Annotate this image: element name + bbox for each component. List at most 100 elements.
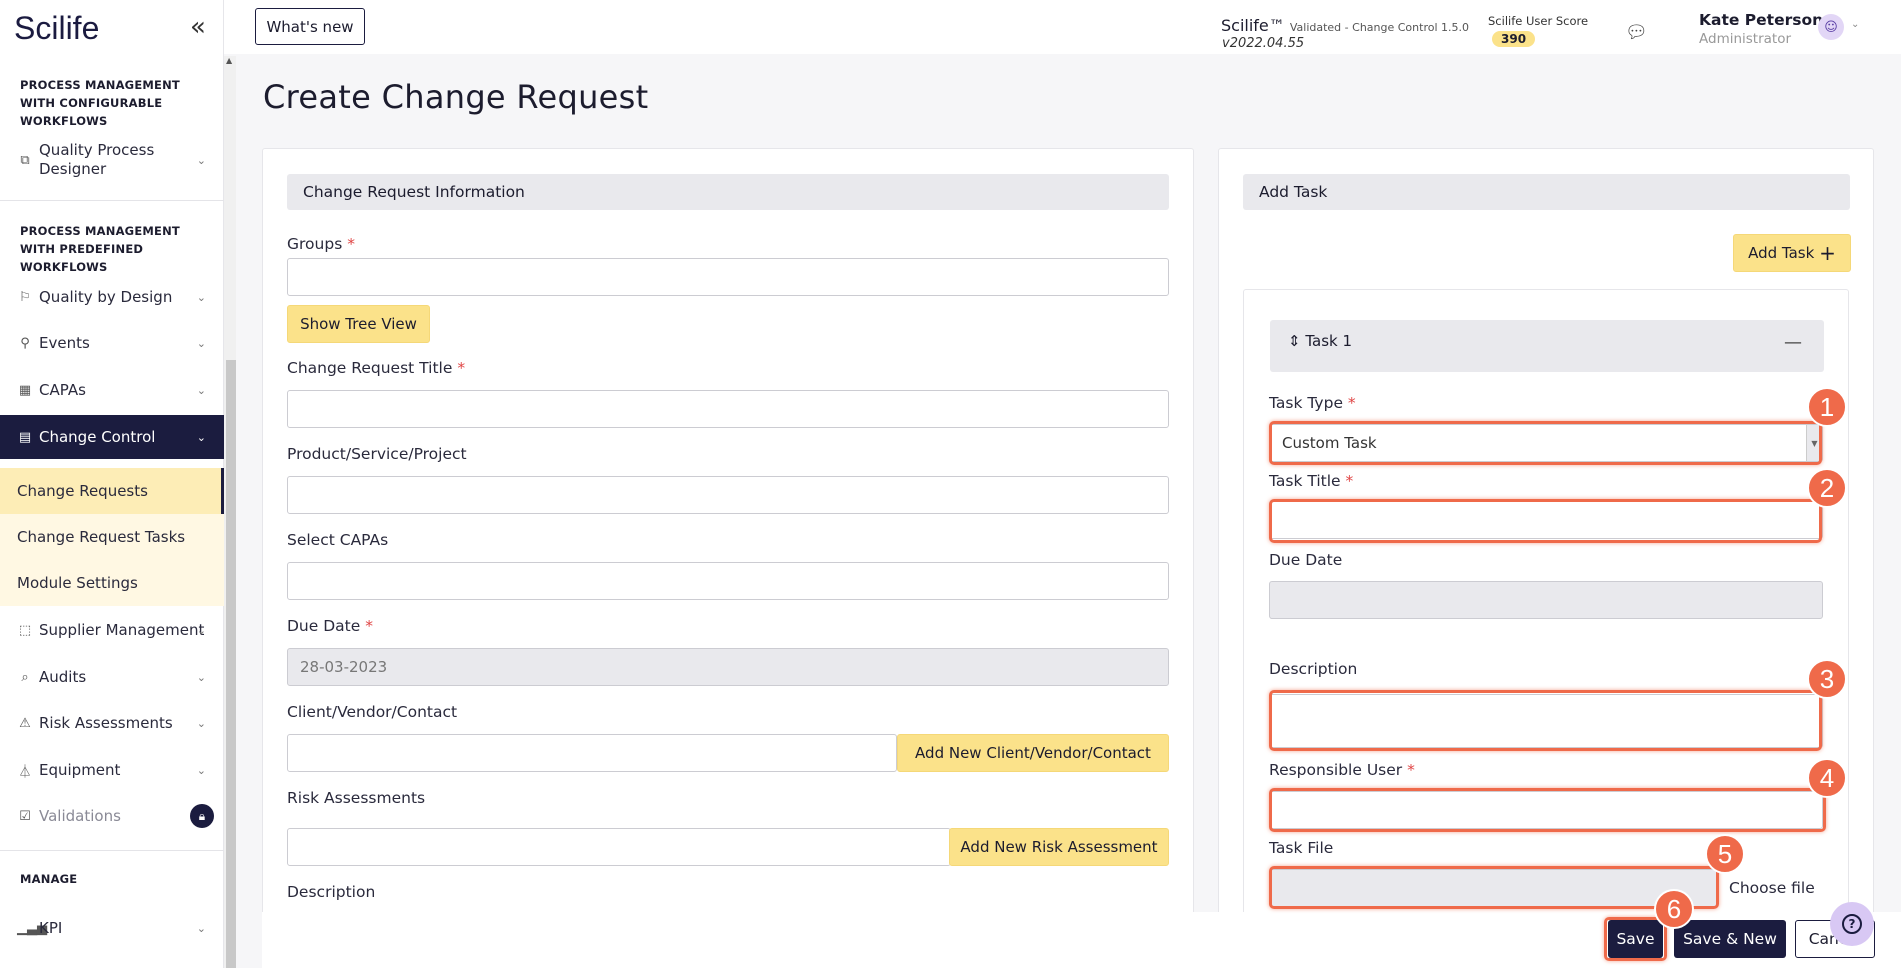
- section-predefined-workflows: PROCESS MANAGEMENT WITH PREDEFINED WORKF…: [20, 224, 180, 274]
- add-task-card: Add Task Add Task + ⇕ Task 1 — Task Type…: [1218, 148, 1874, 968]
- chevron-down-icon: ⌄: [196, 383, 206, 397]
- lock-icon: 🔒︎: [190, 804, 214, 828]
- user-role: Administrator: [1699, 31, 1792, 47]
- chevron-down-icon: ⌄: [196, 336, 206, 350]
- add-new-client-button[interactable]: Add New Client/Vendor/Contact: [897, 734, 1169, 772]
- chevron-down-icon: ⌄: [196, 763, 206, 777]
- clipboard-check-icon: ☑: [19, 808, 31, 824]
- avatar[interactable]: ☺: [1818, 14, 1844, 40]
- section-manage: MANAGE: [20, 872, 78, 886]
- risk-assessments-input[interactable]: [287, 828, 951, 866]
- bar-chart-icon: ▁▃▅: [17, 920, 47, 936]
- sidebar-item-quality-process-designer[interactable]: ⧉ Quality Process Designer ⌄: [0, 138, 224, 182]
- step-badge-2: 2: [1807, 468, 1847, 508]
- groups-input[interactable]: [287, 258, 1169, 296]
- sidebar: Scilife « PROCESS MANAGEMENT WITH CONFIG…: [0, 0, 224, 968]
- section-configurable-workflows: PROCESS MANAGEMENT WITH CONFIGURABLE WOR…: [20, 78, 180, 128]
- chevron-down-icon: ⌄: [196, 153, 206, 167]
- highlight-task-title: [1269, 499, 1822, 543]
- chat-icon[interactable]: 💬︎: [1625, 22, 1648, 43]
- add-task-button[interactable]: Add Task +: [1733, 234, 1851, 272]
- signpost-icon: ⚐: [19, 289, 31, 305]
- task-1-header[interactable]: ⇕ Task 1 —: [1270, 320, 1824, 372]
- sort-icon: ⇕: [1288, 332, 1301, 350]
- sidebar-subitem-module-settings[interactable]: Module Settings: [0, 560, 224, 606]
- select-capas-input[interactable]: [287, 562, 1169, 600]
- change-request-information-card: Change Request Information Groups * Show…: [262, 148, 1194, 968]
- select-capas-label: Select CAPAs: [287, 531, 389, 549]
- pin-icon: ⚲: [20, 335, 30, 351]
- sidebar-item-equipment[interactable]: ⏃ Equipment ⌄: [0, 750, 224, 790]
- card-header: Add Task: [1243, 174, 1850, 210]
- app-brand: Scilife™ Validated - Change Control 1.5.…: [1221, 16, 1469, 35]
- highlight-task-file: [1269, 866, 1719, 909]
- chevron-down-icon: ⌄: [196, 290, 206, 304]
- card-header: Change Request Information: [287, 174, 1169, 210]
- plus-icon: +: [1819, 241, 1836, 265]
- risk-assessments-label: Risk Assessments: [287, 789, 426, 807]
- help-button[interactable]: ?: [1830, 902, 1874, 946]
- description-label: Description: [287, 883, 376, 901]
- collapse-task-icon[interactable]: —: [1784, 332, 1802, 353]
- chart-icon: ▦: [18, 382, 32, 398]
- scilife-logo[interactable]: Scilife: [14, 10, 99, 47]
- chevron-down-icon: ⌄: [196, 623, 206, 637]
- user-score-badge: 390: [1492, 31, 1536, 47]
- question-icon: ?: [1842, 914, 1862, 934]
- divider: [0, 200, 224, 201]
- task-due-date-input[interactable]: [1269, 581, 1823, 619]
- due-date-input[interactable]: 28-03-2023: [287, 648, 1169, 686]
- search-document-icon: ⌕: [21, 669, 29, 685]
- page-title: Create Change Request: [263, 78, 649, 116]
- task-file-label: Task File: [1269, 839, 1334, 857]
- sidebar-item-quality-by-design[interactable]: ⚐ Quality by Design ⌄: [0, 277, 224, 317]
- save-and-new-button[interactable]: Save & New: [1674, 920, 1786, 958]
- change-control-icon: ▤: [18, 429, 32, 445]
- sidebar-item-change-control[interactable]: ▤ Change Control ⌄: [0, 415, 224, 459]
- client-vendor-contact-input[interactable]: [287, 734, 897, 772]
- product-service-project-input[interactable]: [287, 476, 1169, 514]
- groups-label: Groups *: [287, 235, 355, 253]
- task-title-label: Task Title *: [1269, 472, 1354, 490]
- sidebar-item-risk-assessments[interactable]: ⚠ Risk Assessments ⌄: [0, 703, 224, 743]
- step-badge-5: 5: [1705, 834, 1745, 874]
- sidebar-item-events[interactable]: ⚲ Events ⌄: [0, 323, 224, 363]
- client-vendor-contact-label: Client/Vendor/Contact: [287, 703, 458, 721]
- user-score-label: Scilife User Score: [1488, 14, 1589, 28]
- sidebar-subitem-change-request-tasks[interactable]: Change Request Tasks: [0, 514, 224, 560]
- user-name[interactable]: Kate Peterson: [1699, 11, 1823, 29]
- scroll-up-arrow-icon[interactable]: ▲: [226, 56, 232, 65]
- chevron-down-icon: ⌄: [196, 670, 206, 684]
- highlight-responsible-user: [1269, 788, 1826, 832]
- step-badge-4: 4: [1807, 758, 1847, 798]
- sidebar-item-validations[interactable]: ☑ Validations 🔒︎: [0, 796, 224, 836]
- workflow-icon: ⧉: [20, 152, 30, 168]
- choose-file-button[interactable]: Choose file: [1729, 879, 1815, 897]
- collapse-sidebar-icon[interactable]: «: [190, 12, 206, 42]
- sidebar-scrollbar-thumb[interactable]: [226, 360, 236, 968]
- responsible-user-label: Responsible User *: [1269, 761, 1415, 779]
- sidebar-subitem-change-requests[interactable]: Change Requests: [0, 468, 224, 514]
- due-date-label: Due Date *: [287, 617, 373, 635]
- flask-icon: ⏃: [18, 764, 32, 780]
- highlight-save: [1604, 917, 1667, 961]
- show-tree-view-button[interactable]: Show Tree View: [287, 305, 430, 343]
- add-new-risk-assessment-button[interactable]: Add New Risk Assessment: [949, 828, 1169, 866]
- step-badge-3: 3: [1807, 659, 1847, 699]
- sidebar-item-kpi[interactable]: ▁▃▅ KPI ⌄: [0, 908, 224, 948]
- highlight-task-type: [1269, 421, 1822, 465]
- chevron-down-icon[interactable]: ⌄: [1851, 19, 1859, 30]
- product-service-project-label: Product/Service/Project: [287, 445, 467, 463]
- sidebar-item-supplier-management[interactable]: ⬚ Supplier Management ⌄: [0, 610, 224, 650]
- top-bar: [224, 0, 1901, 54]
- sidebar-item-audits[interactable]: ⌕ Audits ⌄: [0, 657, 224, 697]
- divider: [0, 850, 224, 851]
- change-request-title-input[interactable]: [287, 390, 1169, 428]
- step-badge-1: 1: [1807, 387, 1847, 427]
- chevron-down-icon: ⌄: [196, 716, 206, 730]
- highlight-description: [1269, 690, 1822, 751]
- box-icon: ⬚: [18, 622, 32, 638]
- sidebar-item-capas[interactable]: ▦ CAPAs ⌄: [0, 370, 224, 410]
- task-type-label: Task Type *: [1269, 394, 1356, 412]
- whats-new-button[interactable]: What's new: [255, 8, 365, 45]
